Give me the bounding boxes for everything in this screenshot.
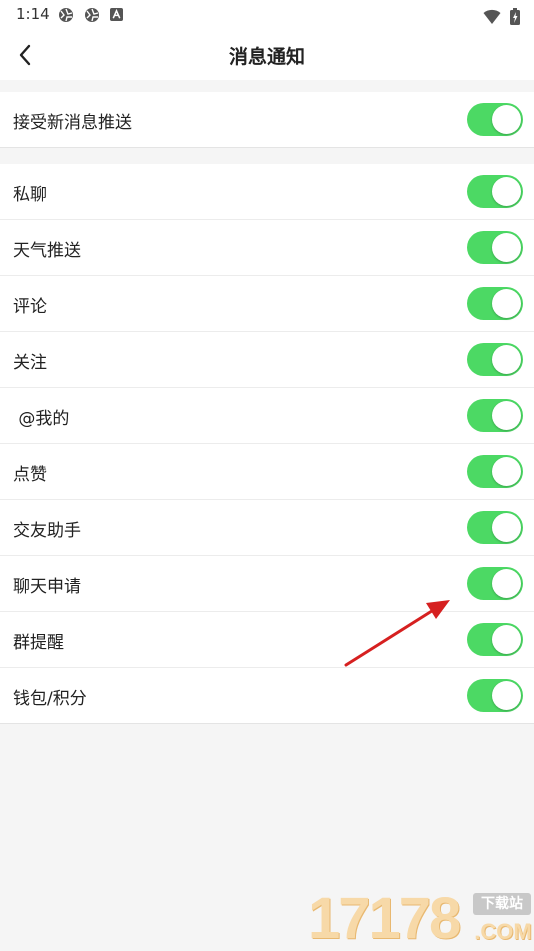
setting-label: 天气推送	[13, 241, 81, 261]
weather-push-toggle[interactable]	[467, 231, 523, 264]
aperture-icon	[85, 8, 99, 22]
setting-label: 点赞	[13, 465, 47, 485]
setting-label: 接受新消息推送	[13, 113, 132, 133]
group-reminder-toggle[interactable]	[467, 623, 523, 656]
page-title: 消息通知	[228, 46, 305, 68]
setting-label: 交友助手	[13, 521, 81, 541]
follow-toggle[interactable]	[467, 343, 523, 376]
header: 消息通知	[0, 30, 534, 80]
watermark-digits: 17178	[308, 886, 461, 951]
setting-label: 聊天申请	[13, 577, 81, 597]
battery-charging-icon	[510, 8, 520, 25]
app-a-icon	[110, 8, 123, 21]
toggle-knob	[492, 513, 521, 542]
toggle-knob	[492, 177, 521, 206]
setting-row-wallet-points: 钱包/积分	[0, 668, 534, 724]
chat-request-toggle[interactable]	[467, 567, 523, 600]
setting-label: @我的	[13, 409, 70, 429]
toggle-knob	[492, 681, 521, 710]
setting-row-comments: 评论	[0, 276, 534, 332]
setting-row-friend-assistant: 交友助手	[0, 500, 534, 556]
annotation-arrow	[344, 600, 450, 667]
toggle-knob	[492, 345, 521, 374]
comments-toggle[interactable]	[467, 287, 523, 320]
watermark-domain: .COM	[474, 919, 532, 944]
setting-row-accept-push: 接受新消息推送	[0, 92, 534, 148]
watermark-badge: 下载站	[473, 893, 531, 915]
toggle-knob	[492, 625, 521, 654]
likes-toggle[interactable]	[467, 455, 523, 488]
mentions-toggle[interactable]	[467, 399, 523, 432]
wifi-icon	[483, 9, 501, 24]
setting-row-likes: 点赞	[0, 444, 534, 500]
aperture-icon	[59, 8, 73, 22]
setting-row-private-chat: 私聊	[0, 164, 534, 220]
toggle-knob	[492, 457, 521, 486]
status-time: 1:14	[16, 5, 50, 23]
toggle-knob	[492, 105, 521, 134]
setting-label: 私聊	[13, 185, 47, 205]
toggle-knob	[492, 401, 521, 430]
friend-assistant-toggle[interactable]	[467, 511, 523, 544]
setting-label: 评论	[13, 297, 47, 317]
setting-label: 钱包/积分	[13, 689, 87, 709]
toggle-knob	[492, 569, 521, 598]
wallet-points-toggle[interactable]	[467, 679, 523, 712]
setting-row-mentions: @我的	[0, 388, 534, 444]
accept-push-toggle[interactable]	[467, 103, 523, 136]
master-section: 接受新消息推送	[0, 92, 534, 148]
setting-row-weather-push: 天气推送	[0, 220, 534, 276]
toggle-knob	[492, 233, 521, 262]
private-chat-toggle[interactable]	[467, 175, 523, 208]
setting-row-follow: 关注	[0, 332, 534, 388]
toggle-knob	[492, 289, 521, 318]
setting-label: 群提醒	[13, 633, 64, 653]
status-right	[483, 6, 520, 25]
setting-label: 关注	[13, 353, 47, 373]
status-bar: 1:14	[0, 0, 534, 30]
watermark: 17178 下载站 .COM	[308, 888, 534, 950]
